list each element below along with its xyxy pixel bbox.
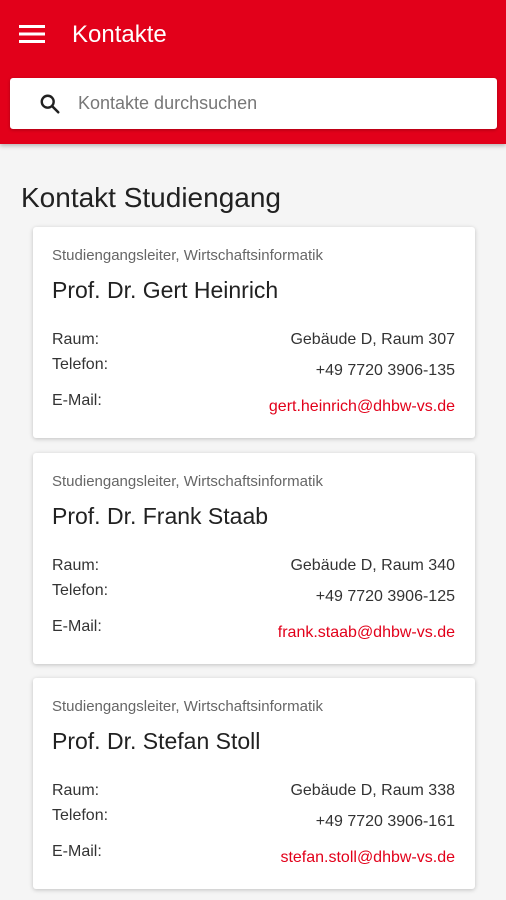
contact-name: Prof. Dr. Frank Staab xyxy=(52,503,269,529)
contact-name: Prof. Dr. Gert Heinrich xyxy=(52,277,279,303)
app-bar: Kontakte xyxy=(0,0,506,144)
search-bar[interactable] xyxy=(10,78,497,129)
hamburger-menu-icon xyxy=(19,24,45,49)
email-label: E-Mail: xyxy=(52,392,102,409)
phone-label: Telefon: xyxy=(52,807,109,824)
app-title: Kontakte xyxy=(72,21,167,48)
section-title: Kontakt Studiengang xyxy=(21,182,281,213)
contact-name: Prof. Dr. Stefan Stoll xyxy=(52,728,261,754)
contact-card: Studiengangsleiter, Wirtschaftsinformati… xyxy=(33,453,475,664)
phone-value[interactable]: +49 7720 3906-161 xyxy=(316,813,455,831)
email-link[interactable]: gert.heinrich@dhbw-vs.de xyxy=(269,398,455,416)
contact-card: Studiengangsleiter, Wirtschaftsinformati… xyxy=(33,227,475,438)
email-link[interactable]: frank.staab@dhbw-vs.de xyxy=(278,624,455,642)
phone-value[interactable]: +49 7720 3906-135 xyxy=(316,362,455,380)
phone-label: Telefon: xyxy=(52,356,109,373)
email-label: E-Mail: xyxy=(52,843,102,860)
contact-role: Studiengangsleiter, Wirtschaftsinformati… xyxy=(52,473,323,490)
email-label: E-Mail: xyxy=(52,618,102,635)
contact-role: Studiengangsleiter, Wirtschaftsinformati… xyxy=(52,247,323,264)
room-value: Gebäude D, Raum 340 xyxy=(290,557,455,574)
room-label: Raum: xyxy=(52,782,100,799)
room-label: Raum: xyxy=(52,557,100,574)
room-value: Gebäude D, Raum 338 xyxy=(290,782,455,799)
search-input[interactable] xyxy=(78,93,478,114)
menu-button[interactable] xyxy=(12,16,52,56)
email-link[interactable]: stefan.stoll@dhbw-vs.de xyxy=(280,849,455,867)
room-label: Raum: xyxy=(52,331,100,348)
contact-role: Studiengangsleiter, Wirtschaftsinformati… xyxy=(52,698,323,715)
search-icon[interactable] xyxy=(38,92,62,116)
room-value: Gebäude D, Raum 307 xyxy=(290,331,455,348)
phone-value[interactable]: +49 7720 3906-125 xyxy=(316,588,455,606)
contact-card: Studiengangsleiter, Wirtschaftsinformati… xyxy=(33,678,475,889)
phone-label: Telefon: xyxy=(52,582,109,599)
